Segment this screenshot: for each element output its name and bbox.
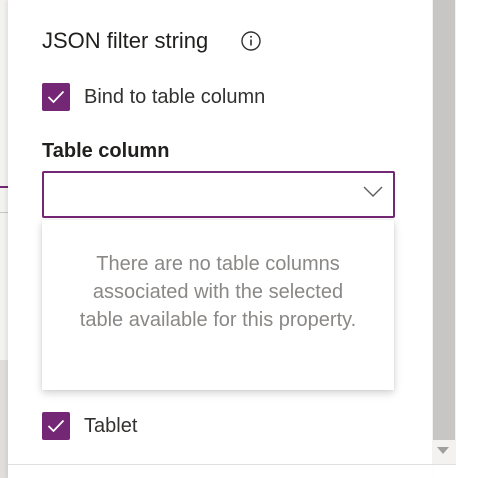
tablet-checkbox[interactable] [42,412,70,440]
checkmark-icon [47,419,65,433]
bind-to-column-checkbox[interactable] [42,83,70,111]
scroll-down-arrow-icon[interactable] [437,447,449,454]
tablet-label: Tablet [84,415,138,437]
right-background [456,0,502,478]
background-block [0,360,8,478]
panel-bottom-divider [8,464,458,465]
background-divider [0,212,8,213]
checkmark-icon [47,90,65,104]
table-column-dropdown[interactable] [42,171,395,218]
background-underline [0,186,8,188]
info-icon[interactable] [241,31,261,51]
dropdown-menu: There are no table columns associated wi… [42,220,394,390]
chevron-down-icon [363,186,383,197]
empty-state-message: There are no table columns associated wi… [79,253,357,331]
bind-to-column-label: Bind to table column [84,86,266,108]
section-title: JSON filter string [42,28,209,53]
table-column-label: Table column [42,140,170,162]
scrollbar-thumb[interactable] [433,0,455,440]
